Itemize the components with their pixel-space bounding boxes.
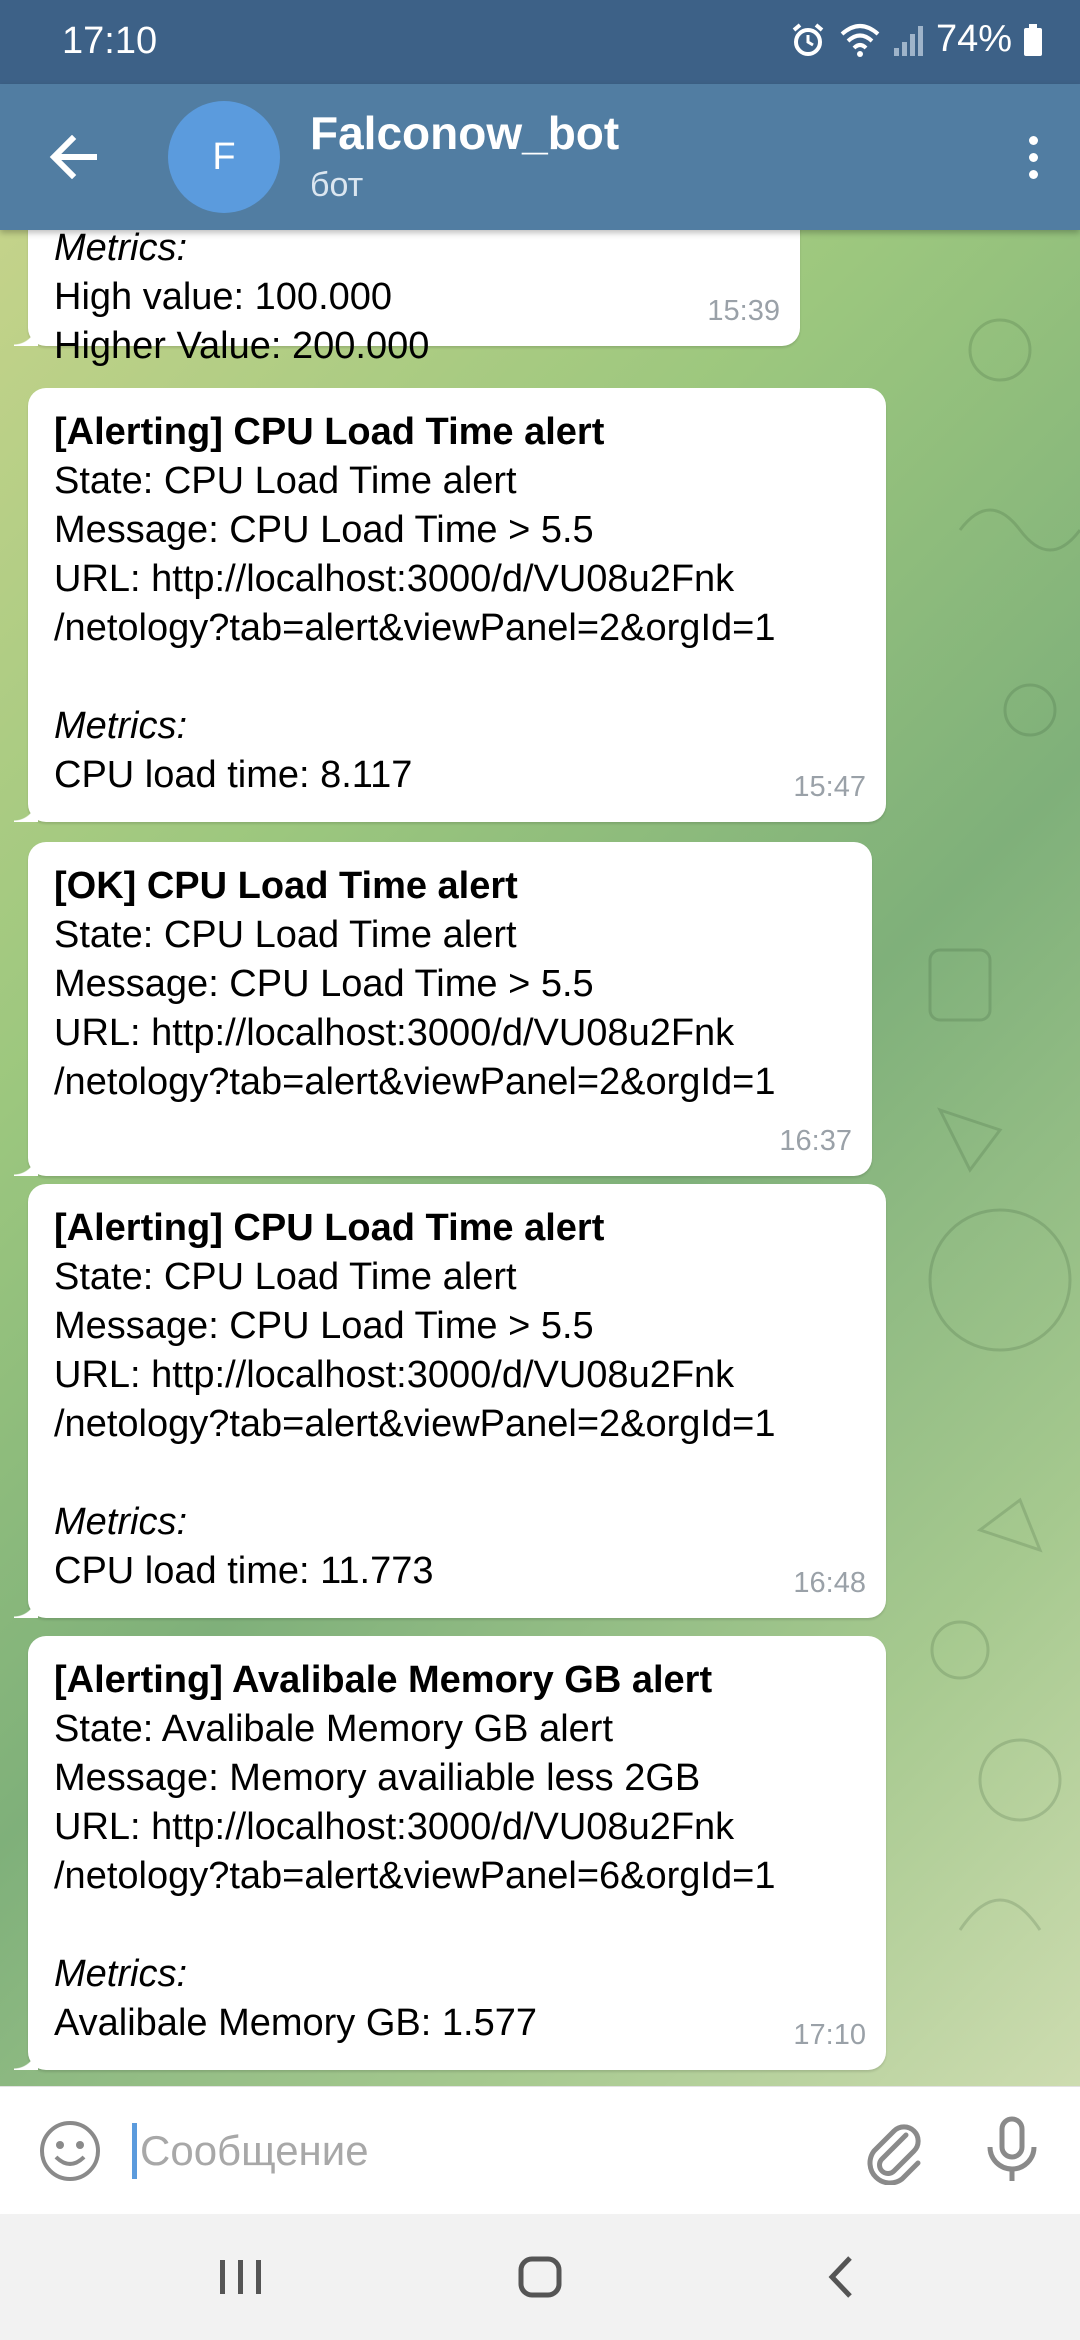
message-link[interactable]: /netology?tab=alert&viewPanel=2&orgId=1 xyxy=(54,1400,860,1449)
message-line xyxy=(54,653,860,702)
message-line: State: CPU Load Time alert xyxy=(54,914,517,956)
message-bubble[interactable]: [Alerting] CPU Load Time alert State: CP… xyxy=(14,1184,886,1618)
message-metrics-label: Metrics: xyxy=(54,705,187,747)
message-input[interactable] xyxy=(140,2119,820,2183)
message-link[interactable]: URL: http://localhost:3000/d/VU08u2Fnk xyxy=(54,1803,860,1852)
text-caret xyxy=(132,2123,137,2179)
message-line: Higher Value: 200.000 xyxy=(54,325,430,367)
message-link[interactable]: /netology?tab=alert&viewPanel=6&orgId=1 xyxy=(54,1852,860,1901)
message-line: Metrics: xyxy=(54,230,187,269)
alarm-icon xyxy=(788,20,828,60)
message-title: [Alerting] CPU Load Time alert xyxy=(54,1207,605,1249)
system-nav-bar xyxy=(0,2214,1080,2340)
more-vertical-icon xyxy=(1028,135,1038,145)
more-dot xyxy=(1028,152,1038,162)
battery-text: 74% xyxy=(935,18,1012,60)
message-time: 15:39 xyxy=(707,295,780,327)
wifi-icon xyxy=(838,20,882,60)
smile-icon xyxy=(40,2121,100,2181)
arrow-left-icon xyxy=(49,135,97,179)
message-link[interactable]: URL: http://localhost:3000/d/VU08u2Fnk xyxy=(54,555,860,604)
message-link[interactable]: URL: http://localhost:3000/d/VU08u2Fnk xyxy=(54,1351,860,1400)
message-bubble[interactable]: [Alerting] Avalibale Memory GB alert Sta… xyxy=(14,1636,886,2070)
voice-message-button[interactable] xyxy=(980,2115,1044,2187)
message-bubble[interactable]: [Alerting] CPU Load Time alert State: CP… xyxy=(14,388,886,822)
message-line: CPU load time: 11.773 xyxy=(54,1550,434,1592)
message-link[interactable]: /netology?tab=alert&viewPanel=2&orgId=1 xyxy=(54,604,860,653)
message-time: 17:10 xyxy=(793,2019,866,2051)
message-bubble[interactable]: [OK] CPU Load Time alert State: CPU Load… xyxy=(14,842,872,1176)
message-line: Avalibale Memory GB: 1.577 xyxy=(54,2002,537,2044)
microphone-icon xyxy=(987,2116,1037,2181)
recent-apps-button[interactable] xyxy=(214,2250,268,2304)
message-line: CPU load time: 8.117 xyxy=(54,754,413,796)
message-metrics-label: Metrics: xyxy=(54,1953,187,1995)
message-metrics-label: Metrics: xyxy=(54,1501,187,1543)
attach-button[interactable] xyxy=(862,2117,926,2186)
avatar[interactable]: F xyxy=(168,101,280,213)
message-line: High value: 100.000 xyxy=(54,276,393,318)
battery-icon xyxy=(1022,20,1044,60)
message-line: Message: CPU Load Time > 5.5 xyxy=(54,509,594,551)
message-line xyxy=(54,1449,860,1498)
status-icons: 74% xyxy=(788,18,1044,61)
paperclip-icon xyxy=(867,2124,921,2186)
message-line: Message: Memory availiable less 2GB xyxy=(54,1757,701,1799)
message-line: State: Avalibale Memory GB alert xyxy=(54,1708,613,1750)
system-back-button[interactable] xyxy=(816,2250,870,2304)
recent-apps-icon xyxy=(220,2260,261,2294)
message-composer xyxy=(0,2086,1080,2214)
message-link[interactable]: /netology?tab=alert&viewPanel=2&orgId=1 xyxy=(54,1058,846,1107)
home-button[interactable] xyxy=(514,2250,568,2304)
message-title: [Alerting] CPU Load Time alert xyxy=(54,411,605,453)
message-line: Message: CPU Load Time > 5.5 xyxy=(54,963,594,1005)
emoji-button[interactable] xyxy=(38,2119,102,2183)
message-line: Message: CPU Load Time > 5.5 xyxy=(54,1305,594,1347)
status-time: 17:10 xyxy=(62,20,158,62)
back-button[interactable] xyxy=(40,124,106,190)
message-list[interactable]: Metrics: High value: 100.000 Higher Valu… xyxy=(0,230,1080,2086)
message-title: [OK] CPU Load Time alert xyxy=(54,865,518,907)
chevron-left-icon xyxy=(828,2256,852,2298)
message-link[interactable]: URL: http://localhost:3000/d/VU08u2Fnk xyxy=(54,1009,846,1058)
chat-title[interactable]: Falconow_bot xyxy=(310,106,619,160)
message-line: State: CPU Load Time alert xyxy=(54,1256,517,1298)
message-time: 16:37 xyxy=(779,1125,852,1157)
signal-icon xyxy=(892,20,926,60)
more-options-button[interactable] xyxy=(1008,122,1058,192)
message-title: [Alerting] Avalibale Memory GB alert xyxy=(54,1659,713,1701)
home-icon xyxy=(518,2256,562,2298)
message-line: State: CPU Load Time alert xyxy=(54,460,517,502)
chat-header: F Falconow_bot бот xyxy=(0,84,1080,230)
status-bar: 17:10 74% xyxy=(0,0,1080,84)
message-line xyxy=(54,1901,860,1950)
more-dot xyxy=(1028,169,1038,179)
chat-subtitle: бот xyxy=(310,166,364,204)
message-time: 16:48 xyxy=(793,1567,866,1599)
message-bubble[interactable]: Metrics: High value: 100.000 Higher Valu… xyxy=(14,230,800,367)
message-time: 15:47 xyxy=(793,771,866,803)
